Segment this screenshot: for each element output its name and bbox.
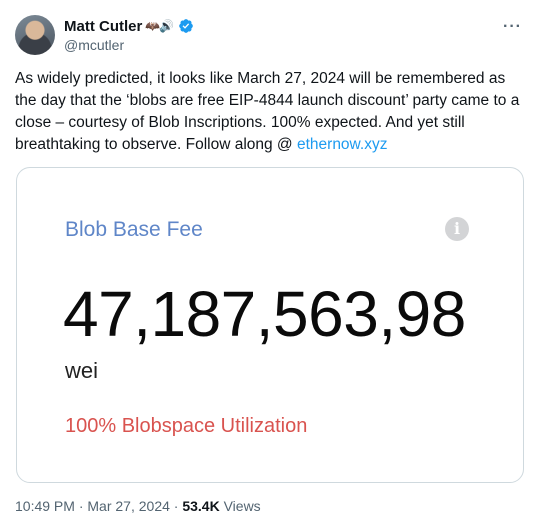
- tweet-time[interactable]: 10:49 PM: [15, 498, 75, 514]
- avatar[interactable]: [15, 15, 55, 55]
- tweet: Matt Cutler 🦇🔊 @mcutler ··· As widely pr…: [0, 0, 540, 530]
- name-row: Matt Cutler 🦇🔊: [64, 16, 194, 36]
- meta-separator: ·: [74, 498, 88, 514]
- name-emoji: 🦇🔊: [145, 19, 174, 33]
- verified-badge-icon: [179, 19, 194, 33]
- blob-fee-value: 47,187,563,98: [63, 278, 466, 350]
- meta-separator-2: ·: [169, 498, 183, 514]
- handle[interactable]: @mcutler: [64, 37, 194, 53]
- more-options-icon[interactable]: ···: [503, 18, 522, 36]
- fee-unit: wei: [65, 358, 99, 383]
- display-name[interactable]: Matt Cutler: [64, 18, 142, 35]
- card-label: Blob Base Fee: [65, 218, 203, 241]
- info-icon: i: [445, 217, 469, 241]
- tweet-header: Matt Cutler 🦇🔊 @mcutler: [64, 16, 194, 53]
- tweet-date[interactable]: Mar 27, 2024: [87, 498, 170, 514]
- media-card[interactable]: Blob Base Fee i 47,187,563,98 wei 100% B…: [16, 167, 524, 483]
- views-count[interactable]: 53.4K: [182, 498, 219, 514]
- tweet-text: As widely predicted, it looks like March…: [15, 68, 527, 156]
- views-label: Views: [219, 498, 261, 514]
- tweet-body: As widely predicted, it looks like March…: [15, 70, 520, 153]
- tweet-link[interactable]: ethernow.xyz: [297, 136, 387, 153]
- utilization-text: 100% Blobspace Utilization: [65, 415, 308, 437]
- tweet-meta: 10:49 PM · Mar 27, 2024 · 53.4K Views: [15, 498, 261, 514]
